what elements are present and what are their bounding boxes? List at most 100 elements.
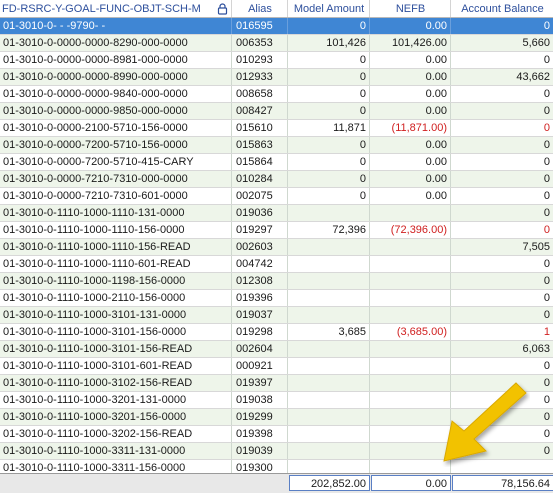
cell-account[interactable]: 01-3010-0- - -9790- - — [0, 18, 232, 34]
cell-account-balance[interactable]: 0 — [452, 222, 553, 238]
table-row[interactable]: 01-3010-0-0000-0000-8990-000-0000 012933 0… — [0, 69, 553, 86]
cell-account[interactable]: 01-3010-0-0000-7210-7310-000-0000 — [0, 171, 232, 187]
cell-account-balance[interactable]: 0 — [452, 120, 553, 136]
cell-account-balance[interactable]: 0 — [452, 137, 553, 153]
table-row[interactable]: 01-3010-0-1110-1000-3101-131-0000 019037 0 — [0, 307, 553, 324]
cell-model-amount[interactable]: 0 — [289, 52, 370, 68]
lock-icon[interactable] — [217, 2, 228, 15]
cell-alias[interactable]: 019297 — [233, 222, 288, 238]
cell-account[interactable]: 01-3010-0-1110-1000-1198-156-0000 — [0, 273, 232, 289]
cell-model-amount[interactable] — [289, 273, 370, 289]
cell-account-balance[interactable]: 0 — [452, 205, 553, 221]
cell-account-balance[interactable]: 0 — [452, 273, 553, 289]
table-row[interactable]: 01-3010-0-1110-1000-1110-601-READ 004742 0 — [0, 256, 553, 273]
cell-account-balance[interactable]: 6,063 — [452, 341, 553, 357]
cell-account-balance[interactable]: 0 — [452, 52, 553, 68]
table-row[interactable]: 01-3010-0-1110-1000-3101-156-READ 002604 6… — [0, 341, 553, 358]
cell-account[interactable]: 01-3010-0-0000-0000-8990-000-0000 — [0, 69, 232, 85]
cell-alias[interactable]: 006353 — [233, 35, 288, 51]
cell-model-amount[interactable]: 72,396 — [289, 222, 370, 238]
cell-model-amount[interactable]: 3,685 — [289, 324, 370, 340]
cell-account-balance[interactable]: 1 — [452, 324, 553, 340]
cell-account[interactable]: 01-3010-0-1110-1000-1110-601-READ — [0, 256, 232, 272]
cell-alias[interactable]: 019039 — [233, 443, 288, 459]
cell-account[interactable]: 01-3010-0-1110-1000-2110-156-0000 — [0, 290, 232, 306]
cell-alias[interactable]: 002604 — [233, 341, 288, 357]
cell-account-balance[interactable]: 5,660 — [452, 35, 553, 51]
cell-account[interactable]: 01-3010-0-0000-7210-7310-601-0000 — [0, 188, 232, 204]
table-row[interactable]: 01-3010-0-0000-7210-7310-601-0000 002075 0… — [0, 188, 553, 205]
cell-model-amount[interactable] — [289, 341, 370, 357]
cell-account[interactable]: 01-3010-0-1110-1000-3202-156-READ — [0, 426, 232, 442]
cell-alias[interactable]: 015864 — [233, 154, 288, 170]
cell-nefb[interactable] — [371, 273, 451, 289]
table-row[interactable]: 01-3010-0-1110-1000-1198-156-0000 012308 0 — [0, 273, 553, 290]
cell-account-balance[interactable]: 0 — [452, 18, 553, 34]
table-row[interactable]: 01-3010-0- - -9790- -016595 0 0.00 0 — [0, 18, 553, 35]
cell-model-amount[interactable] — [289, 426, 370, 442]
cell-model-amount[interactable] — [289, 375, 370, 391]
cell-nefb[interactable]: 0.00 — [371, 171, 451, 187]
cell-model-amount[interactable]: 0 — [289, 137, 370, 153]
cell-account[interactable]: 01-3010-0-0000-0000-9840-000-0000 — [0, 86, 232, 102]
cell-account-balance[interactable]: 0 — [452, 154, 553, 170]
cell-nefb[interactable] — [371, 205, 451, 221]
cell-model-amount[interactable] — [289, 409, 370, 425]
table-row[interactable]: 01-3010-0-0000-7200-5710-415-CARY 015864 0… — [0, 154, 553, 171]
cell-account[interactable]: 01-3010-0-0000-7200-5710-156-0000 — [0, 137, 232, 153]
cell-nefb[interactable]: 0.00 — [371, 52, 451, 68]
cell-model-amount[interactable]: 11,871 — [289, 120, 370, 136]
cell-alias[interactable]: 019036 — [233, 205, 288, 221]
cell-model-amount[interactable]: 0 — [289, 103, 370, 119]
cell-account[interactable]: 01-3010-0-1110-1000-1110-131-0000 — [0, 205, 232, 221]
column-header-model-amount[interactable]: Model Amount — [289, 0, 370, 17]
cell-nefb[interactable] — [371, 341, 451, 357]
cell-nefb[interactable]: 0.00 — [371, 69, 451, 85]
table-row[interactable]: 01-3010-0-1110-1000-3101-156-0000 019298 3… — [0, 324, 553, 341]
cell-account-balance[interactable]: 0 — [452, 290, 553, 306]
cell-nefb[interactable] — [371, 239, 451, 255]
cell-alias[interactable]: 019299 — [233, 409, 288, 425]
cell-account[interactable]: 01-3010-0-1110-1000-3101-156-READ — [0, 341, 232, 357]
cell-account[interactable]: 01-3010-0-1110-1000-3311-131-0000 — [0, 443, 232, 459]
cell-account-balance[interactable]: 7,505 — [452, 239, 553, 255]
cell-alias[interactable]: 002075 — [233, 188, 288, 204]
cell-account[interactable]: 01-3010-0-0000-0000-8981-000-0000 — [0, 52, 232, 68]
cell-nefb[interactable] — [371, 358, 451, 374]
table-row[interactable]: 01-3010-0-1110-1000-1110-131-0000 019036 0 — [0, 205, 553, 222]
cell-account[interactable]: 01-3010-0-1110-1000-3101-601-READ — [0, 358, 232, 374]
cell-alias[interactable]: 015610 — [233, 120, 288, 136]
cell-nefb[interactable] — [371, 290, 451, 306]
cell-model-amount[interactable]: 0 — [289, 86, 370, 102]
table-row[interactable]: 01-3010-0-1110-1000-3101-601-READ 000921 0 — [0, 358, 553, 375]
cell-account[interactable]: 01-3010-0-1110-1000-1110-156-0000 — [0, 222, 232, 238]
cell-account[interactable]: 01-3010-0-1110-1000-3102-156-READ — [0, 375, 232, 391]
cell-nefb[interactable]: 0.00 — [371, 154, 451, 170]
cell-alias[interactable]: 008427 — [233, 103, 288, 119]
cell-model-amount[interactable] — [289, 290, 370, 306]
cell-alias[interactable]: 012308 — [233, 273, 288, 289]
cell-alias[interactable]: 019037 — [233, 307, 288, 323]
cell-account[interactable]: 01-3010-0-0000-0000-8290-000-0000 — [0, 35, 232, 51]
cell-account-balance[interactable]: 0 — [452, 256, 553, 272]
cell-alias[interactable]: 019038 — [233, 392, 288, 408]
cell-alias[interactable]: 010284 — [233, 171, 288, 187]
table-row[interactable]: 01-3010-0-1110-1000-1110-156-READ 002603 7… — [0, 239, 553, 256]
cell-alias[interactable]: 016595 — [233, 18, 288, 34]
column-header-account[interactable]: FD-RSRC-Y-GOAL-FUNC-OBJT-SCH-M — [0, 0, 232, 17]
cell-alias[interactable]: 019397 — [233, 375, 288, 391]
cell-nefb[interactable] — [371, 307, 451, 323]
cell-account-balance[interactable]: 0 — [452, 171, 553, 187]
cell-alias[interactable]: 004742 — [233, 256, 288, 272]
cell-model-amount[interactable] — [289, 205, 370, 221]
cell-model-amount[interactable] — [289, 256, 370, 272]
table-row[interactable]: 01-3010-0-0000-0000-9840-000-0000 008658 0… — [0, 86, 553, 103]
cell-account-balance[interactable]: 0 — [452, 358, 553, 374]
cell-alias[interactable]: 012933 — [233, 69, 288, 85]
table-row[interactable]: 01-3010-0-0000-2100-5710-156-0000 015610 1… — [0, 120, 553, 137]
cell-model-amount[interactable]: 101,426 — [289, 35, 370, 51]
cell-model-amount[interactable] — [289, 307, 370, 323]
cell-nefb[interactable]: (72,396.00) — [371, 222, 451, 238]
cell-model-amount[interactable] — [289, 239, 370, 255]
table-row[interactable]: 01-3010-0-0000-0000-8290-000-0000 006353 1… — [0, 35, 553, 52]
